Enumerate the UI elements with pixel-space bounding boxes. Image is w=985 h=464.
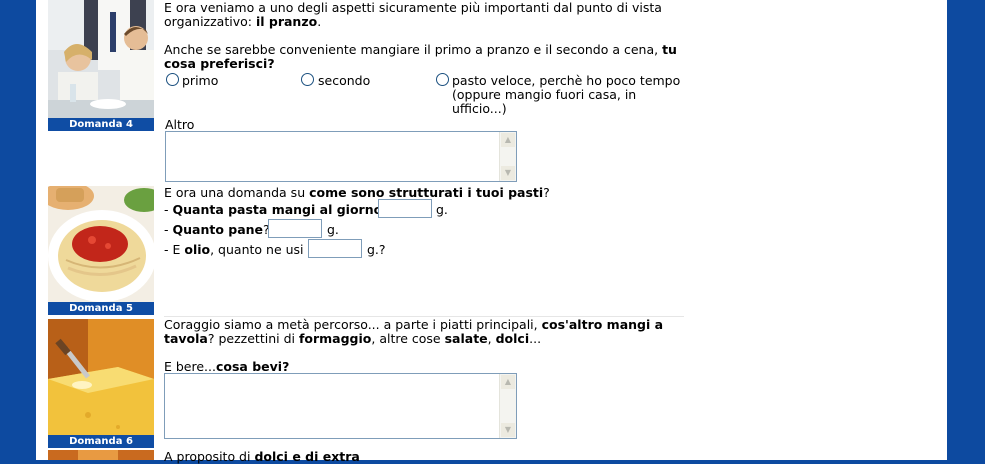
drink-question: E bere...cosa bevi? bbox=[164, 360, 289, 374]
question-6-intro-f: salate bbox=[444, 331, 488, 346]
question-5-intro-text: E ora una domanda su bbox=[164, 185, 310, 200]
other-label: Altro bbox=[165, 117, 195, 132]
question-4-question: Anche se sarebbe conveniente mangiare il… bbox=[164, 43, 689, 71]
scroll-down-arrow-icon[interactable]: ▼ bbox=[501, 166, 515, 180]
bread-question: - Quanto pane? bbox=[164, 223, 270, 237]
radio-primo[interactable] bbox=[166, 73, 179, 86]
question-6-intro-i: ... bbox=[529, 331, 542, 346]
scroll-up-arrow-icon[interactable]: ▲ bbox=[501, 375, 515, 389]
question-6-intro-g: , bbox=[487, 331, 496, 346]
oil-question-rest: , quanto ne usi bbox=[210, 242, 304, 257]
question-7-intro-text: A proposito di bbox=[164, 449, 255, 464]
question-6-photo: Domanda 6 bbox=[48, 319, 154, 448]
pasta-unit: g. bbox=[436, 202, 448, 217]
scroll-up-arrow-icon[interactable]: ▲ bbox=[501, 133, 515, 147]
oil-unit: g.? bbox=[367, 242, 386, 257]
oil-grams-input[interactable] bbox=[308, 239, 362, 258]
drinks-textarea[interactable]: ▲ ▼ bbox=[164, 373, 517, 439]
survey-page: Domanda 4 E ora veniamo a uno degli aspe… bbox=[36, 0, 947, 464]
question-6-intro-e: , altre cose bbox=[371, 331, 445, 346]
drink-question-emphasis: cosa bevi? bbox=[215, 359, 290, 374]
question-4-intro-end: . bbox=[317, 14, 322, 29]
scroll-down-arrow-icon[interactable]: ▼ bbox=[501, 423, 515, 437]
bread-question-text: Quanto pane bbox=[172, 222, 264, 237]
question-4-photo: Domanda 4 bbox=[48, 0, 154, 131]
radio-secondo[interactable] bbox=[301, 73, 314, 86]
question-6-intro-h: dolci bbox=[495, 331, 530, 346]
question-6-caption: Domanda 6 bbox=[48, 435, 154, 448]
question-6-intro-a: Coraggio siamo a metà percorso... a part… bbox=[164, 317, 542, 332]
question-4-intro-topic: il pranzo bbox=[255, 14, 318, 29]
oil-question: - E olio, quanto ne usi bbox=[164, 243, 304, 257]
oil-question-prefix: - E bbox=[164, 242, 185, 257]
pasta-grams-input[interactable] bbox=[378, 199, 432, 218]
other-textarea[interactable]: ▲ ▼ bbox=[165, 131, 517, 182]
textarea-scrollbar[interactable]: ▲ ▼ bbox=[499, 374, 516, 438]
question-4-caption: Domanda 4 bbox=[48, 118, 154, 131]
radio-pasto-veloce[interactable] bbox=[436, 73, 449, 86]
drink-question-text: E bere... bbox=[164, 359, 216, 374]
radio-pasto-veloce-label: pasto veloce, perchè ho poco tempo (oppu… bbox=[452, 73, 681, 116]
question-7-photo bbox=[48, 450, 154, 460]
question-7-intro: A proposito di dolci e di extra bbox=[164, 450, 360, 464]
question-4-intro: E ora veniamo a uno degli aspetti sicura… bbox=[164, 1, 694, 29]
dessert-photo bbox=[48, 450, 154, 460]
question-5-intro-topic: come sono strutturati i tuoi pasti bbox=[309, 185, 544, 200]
textarea-scrollbar[interactable]: ▲ ▼ bbox=[499, 132, 516, 181]
question-4-intro-text: E ora veniamo a uno degli aspetti sicura… bbox=[164, 0, 662, 29]
radio-primo-label: primo bbox=[182, 73, 219, 88]
spaghetti-photo bbox=[48, 186, 154, 315]
question-7-intro-topic: dolci e di extra bbox=[254, 449, 360, 464]
bread-grams-input[interactable] bbox=[268, 219, 322, 238]
question-5-intro: E ora una domanda su come sono struttura… bbox=[164, 186, 550, 200]
question-5-intro-end: ? bbox=[543, 185, 550, 200]
pasta-question-text: Quanta pasta mangi al giorno bbox=[172, 202, 383, 217]
cheese-photo bbox=[48, 319, 154, 448]
question-6-intro-d: formaggio bbox=[298, 331, 372, 346]
question-5-photo: Domanda 5 bbox=[48, 186, 154, 315]
business-lunch-photo bbox=[48, 0, 154, 131]
question-5-caption: Domanda 5 bbox=[48, 302, 154, 315]
pasta-question: - Quanta pasta mangi al giorno? bbox=[164, 203, 389, 217]
question-4-question-text: Anche se sarebbe conveniente mangiare il… bbox=[164, 42, 663, 57]
question-6-intro: Coraggio siamo a metà percorso... a part… bbox=[164, 318, 694, 346]
oil-question-text: olio bbox=[184, 242, 211, 257]
question-6-intro-c: ? pezzettini di bbox=[207, 331, 299, 346]
bread-unit: g. bbox=[327, 222, 339, 237]
radio-secondo-label: secondo bbox=[318, 73, 371, 88]
